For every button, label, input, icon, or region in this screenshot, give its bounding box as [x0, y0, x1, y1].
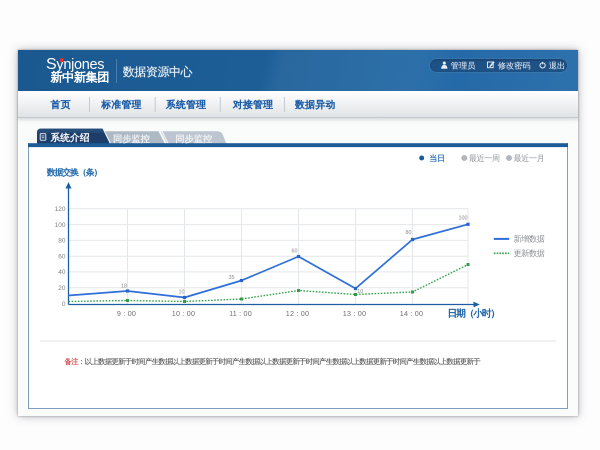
svg-text:Synjones: Synjones [46, 56, 104, 73]
svg-text:35: 35 [229, 275, 235, 281]
svg-text:60: 60 [58, 254, 66, 261]
svg-text:18: 18 [121, 284, 127, 290]
svg-text:20: 20 [58, 285, 66, 292]
svg-text:80: 80 [406, 230, 412, 236]
svg-text:9 : 00: 9 : 00 [117, 309, 136, 318]
svg-text:60: 60 [292, 249, 298, 255]
svg-text:14 : 00: 14 : 00 [400, 309, 423, 318]
svg-text:10: 10 [357, 289, 363, 295]
svg-text:11 : 00: 11 : 00 [229, 309, 252, 318]
svg-text:10 : 00: 10 : 00 [172, 309, 195, 318]
svg-text:40: 40 [58, 269, 66, 276]
svg-text:12 : 00: 12 : 00 [286, 309, 309, 318]
svg-text:80: 80 [58, 238, 66, 245]
svg-text:100: 100 [55, 222, 66, 229]
svg-text:0: 0 [62, 301, 66, 308]
svg-text:100: 100 [459, 216, 468, 222]
svg-text:13 : 00: 13 : 00 [343, 309, 366, 318]
svg-text:10: 10 [179, 290, 185, 296]
svg-text:120: 120 [55, 206, 66, 213]
